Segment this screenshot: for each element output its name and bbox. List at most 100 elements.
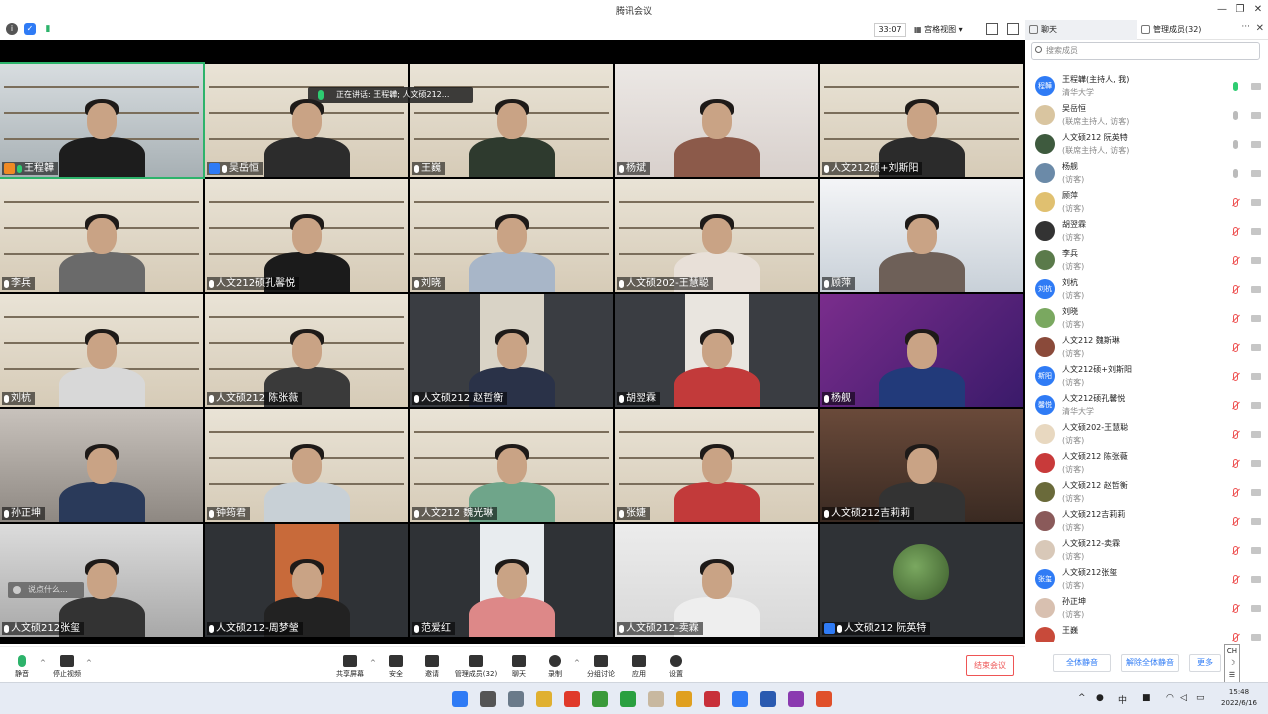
chevron-up-icon[interactable]: ^ bbox=[370, 659, 376, 667]
fullscreen-icon[interactable] bbox=[986, 23, 998, 35]
video-tile[interactable]: 人文硕212 阮英特 bbox=[820, 524, 1023, 637]
mic-muted-icon[interactable] bbox=[1233, 459, 1238, 468]
camera-icon[interactable] bbox=[1251, 228, 1261, 235]
camera-icon[interactable] bbox=[1251, 518, 1261, 525]
camera-icon[interactable] bbox=[1251, 83, 1261, 90]
member-row[interactable]: 人文硕212 赵哲衡 (访客) bbox=[1025, 478, 1268, 507]
mic-icon[interactable] bbox=[1233, 140, 1238, 149]
word-icon[interactable] bbox=[760, 691, 776, 707]
task-view-icon[interactable] bbox=[508, 691, 524, 707]
video-tile[interactable]: 顾萍 bbox=[820, 179, 1023, 292]
signal-icon[interactable]: ▮ bbox=[42, 23, 54, 35]
camera-icon[interactable] bbox=[1251, 431, 1261, 438]
member-row[interactable]: 人文212 魏斯琳 (访客) bbox=[1025, 333, 1268, 362]
tab-chat[interactable]: 聊天 bbox=[1025, 20, 1137, 40]
member-row[interactable]: 人文硕212吉莉莉 (访客) bbox=[1025, 507, 1268, 536]
mic-muted-icon[interactable] bbox=[1233, 285, 1238, 294]
info-icon[interactable]: i bbox=[6, 23, 18, 35]
mic-icon[interactable] bbox=[1233, 82, 1238, 91]
restore-icon[interactable]: ❐ bbox=[1232, 2, 1248, 18]
member-row[interactable]: 李兵 (访客) bbox=[1025, 246, 1268, 275]
member-row[interactable]: 人文硕202-王慧聪 (访客) bbox=[1025, 420, 1268, 449]
apps-button[interactable]: 应用 bbox=[619, 655, 659, 679]
system-clock[interactable]: 15:48 2022/6/16 bbox=[1214, 687, 1264, 709]
video-tile[interactable]: 胡翌霖 bbox=[615, 294, 818, 407]
shield-icon[interactable]: ✓ bbox=[24, 23, 36, 35]
ime-tray[interactable]: 中 bbox=[1118, 693, 1127, 706]
member-row[interactable]: 刘杭 刘杭 (访客) bbox=[1025, 275, 1268, 304]
member-row[interactable]: 孙正坤 (访客) bbox=[1025, 594, 1268, 623]
volume-icon[interactable]: ◁ bbox=[1180, 693, 1187, 703]
chat-button[interactable]: 聊天 bbox=[499, 655, 539, 679]
video-tile[interactable]: 李兵 bbox=[0, 179, 203, 292]
chrome-icon[interactable] bbox=[592, 691, 608, 707]
ime-widget[interactable]: CH ☽ ☰ bbox=[1224, 644, 1240, 684]
member-row[interactable]: 程韡 王程韡(主持人, 我) 清华大学 bbox=[1025, 72, 1268, 101]
end-meeting-button[interactable]: 结束会议 bbox=[966, 655, 1014, 676]
mic-muted-icon[interactable] bbox=[1233, 430, 1238, 439]
video-tile[interactable]: 吴岳恒 bbox=[205, 64, 408, 177]
camera-icon[interactable] bbox=[1251, 257, 1261, 264]
mic-muted-icon[interactable] bbox=[1233, 256, 1238, 265]
video-tile[interactable]: 王程韡 bbox=[0, 62, 205, 179]
close-icon[interactable]: ✕ bbox=[1250, 2, 1266, 18]
tencent-meeting-icon[interactable] bbox=[732, 691, 748, 707]
chevron-up-icon[interactable]: ^ bbox=[574, 659, 580, 667]
mic-icon[interactable] bbox=[1233, 111, 1238, 120]
mute-button[interactable]: 静音 bbox=[2, 655, 42, 679]
member-row[interactable]: 人文硕212 陈张薇 (访客) bbox=[1025, 449, 1268, 478]
powerpoint-icon[interactable] bbox=[816, 691, 832, 707]
sticky-icon[interactable] bbox=[676, 691, 692, 707]
mic-muted-icon[interactable] bbox=[1233, 633, 1238, 642]
video-tile[interactable]: 人文212硕+刘斯阳 bbox=[820, 64, 1023, 177]
mic-muted-icon[interactable] bbox=[1233, 372, 1238, 381]
video-tile[interactable]: 人文硕212 陈张薇 bbox=[205, 294, 408, 407]
breakout-rooms-button[interactable]: 分组讨论 bbox=[581, 655, 621, 679]
tab-members[interactable]: 管理成员(32) bbox=[1137, 20, 1227, 40]
quick-chat-input[interactable]: 说点什么... bbox=[8, 582, 84, 598]
camera-icon[interactable] bbox=[1251, 112, 1261, 119]
camera-icon[interactable] bbox=[1251, 315, 1261, 322]
video-tile[interactable]: 人文硕212 赵哲衡 bbox=[410, 294, 613, 407]
video-tile[interactable]: 杨舰 bbox=[820, 294, 1023, 407]
member-row[interactable]: 斯阳 人文212硕+刘斯阳 (访客) bbox=[1025, 362, 1268, 391]
video-tile[interactable]: 人文硕212张玺 bbox=[0, 524, 203, 637]
share-screen-button[interactable]: 共享屏幕 bbox=[330, 655, 370, 679]
video-tile[interactable]: 人文硕212吉莉莉 bbox=[820, 409, 1023, 522]
settings-button[interactable]: 设置 bbox=[656, 655, 696, 679]
mute-all-button[interactable]: 全体静音 bbox=[1053, 654, 1111, 672]
mic-muted-icon[interactable] bbox=[1233, 343, 1238, 352]
mic-muted-icon[interactable] bbox=[1233, 227, 1238, 236]
camera-icon[interactable] bbox=[1251, 547, 1261, 554]
video-tile[interactable]: 人文硕202-王慧聪 bbox=[615, 179, 818, 292]
video-tile[interactable]: 人文硕212-卖霖 bbox=[615, 524, 818, 637]
chevron-up-icon[interactable]: ^ bbox=[40, 659, 46, 667]
battery-icon[interactable]: ▭ bbox=[1196, 693, 1205, 703]
mic-muted-icon[interactable] bbox=[1233, 401, 1238, 410]
more-button[interactable]: 更多 bbox=[1189, 654, 1221, 672]
video-tile[interactable]: 钟筠君 bbox=[205, 409, 408, 522]
member-row[interactable]: 刘晓 (访客) bbox=[1025, 304, 1268, 333]
member-row[interactable]: 胡翌霖 (访客) bbox=[1025, 217, 1268, 246]
chevron-up-icon[interactable]: ^ bbox=[1078, 693, 1086, 703]
camera-icon[interactable] bbox=[1251, 402, 1261, 409]
manage-members-button[interactable]: 管理成员(32) bbox=[450, 655, 502, 679]
app-tray-icon[interactable]: ■ bbox=[1142, 693, 1151, 703]
camera-icon[interactable] bbox=[1251, 373, 1261, 380]
mic-icon[interactable] bbox=[1233, 169, 1238, 178]
camera-icon[interactable] bbox=[1251, 460, 1261, 467]
minimize-icon[interactable]: — bbox=[1214, 2, 1230, 18]
wifi-icon[interactable]: ◠ bbox=[1166, 693, 1174, 703]
mic-muted-icon[interactable] bbox=[1233, 517, 1238, 526]
wechat-icon[interactable] bbox=[620, 691, 636, 707]
camera-icon[interactable] bbox=[1251, 344, 1261, 351]
video-tile[interactable]: 刘杭 bbox=[0, 294, 203, 407]
mic-muted-icon[interactable] bbox=[1233, 488, 1238, 497]
video-tile[interactable]: 孙正坤 bbox=[0, 409, 203, 522]
camera-icon[interactable] bbox=[1251, 286, 1261, 293]
more-icon[interactable]: ··· bbox=[1241, 22, 1250, 32]
camera-icon[interactable] bbox=[1251, 489, 1261, 496]
video-tile[interactable]: 刘晓 bbox=[410, 179, 613, 292]
camera-icon[interactable] bbox=[1251, 634, 1261, 641]
mic-muted-icon[interactable] bbox=[1233, 575, 1238, 584]
